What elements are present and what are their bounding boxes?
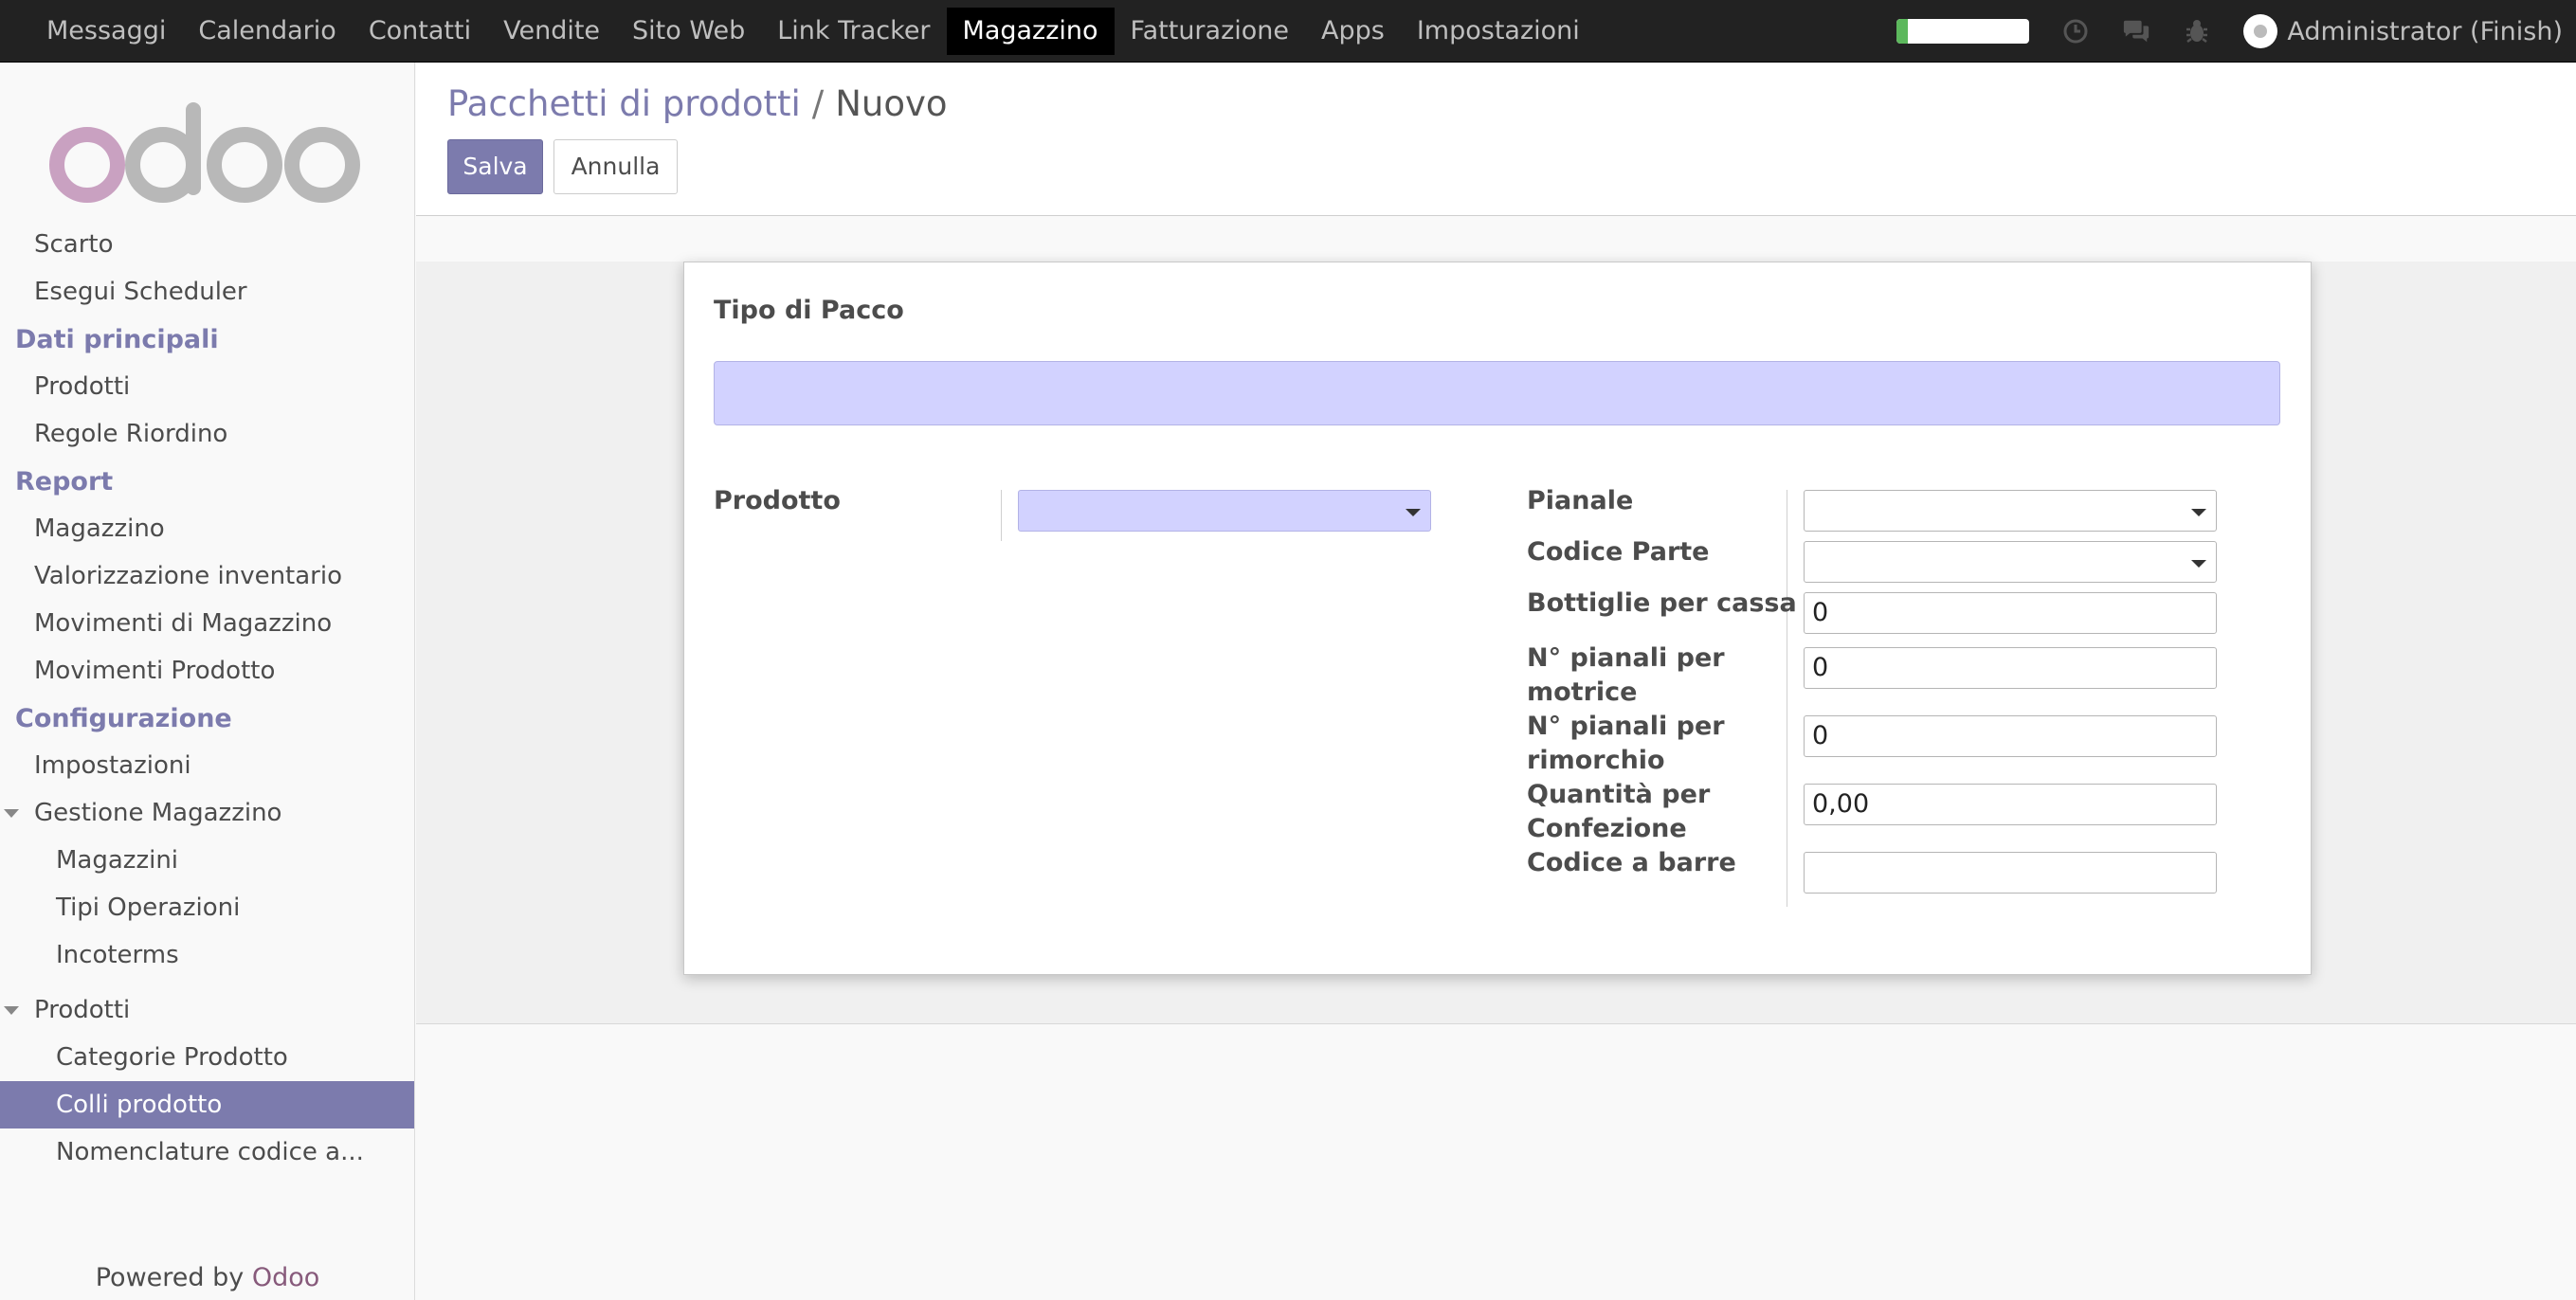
sidebar-item-nomenclature-codice-a[interactable]: Nomenclature codice a...	[0, 1128, 414, 1176]
sidebar-item-categorie-prodotto[interactable]: Categorie Prodotto	[0, 1034, 414, 1081]
powered-by: Powered by Odoo	[0, 1256, 414, 1300]
codice-parte-select[interactable]	[1804, 541, 2217, 583]
sidebar-item-tipi-operazioni[interactable]: Tipi Operazioni	[0, 884, 414, 931]
breadcrumb-separator: /	[811, 83, 825, 124]
topmenu-item-link-tracker[interactable]: Link Tracker	[761, 8, 946, 55]
pianali-rimorchio-input[interactable]: 0	[1804, 715, 2217, 757]
user-name: Administrator (Finish)	[2287, 16, 2563, 46]
sidebar-item-valorizzazione-inventario[interactable]: Valorizzazione inventario	[0, 552, 414, 600]
bug-icon[interactable]	[2183, 17, 2211, 45]
package-type-name-input[interactable]	[714, 361, 2280, 425]
save-button[interactable]: Salva	[447, 139, 543, 194]
sidebar-item-regole-riordino[interactable]: Regole Riordino	[0, 410, 414, 458]
sidebar-item-movimenti-di-magazzino[interactable]: Movimenti di Magazzino	[0, 600, 414, 647]
app-menu: Messaggi Calendario Contatti Vendite Sito We…	[0, 0, 1596, 63]
sidebar-item-magazzino[interactable]: Magazzino	[0, 505, 414, 552]
sidebar-item-prodotti[interactable]: Prodotti	[0, 363, 414, 410]
top-navbar: Messaggi Calendario Contatti Vendite Sito We…	[0, 0, 2576, 63]
sidebar-group-prodotti[interactable]: Prodotti	[0, 986, 414, 1034]
topmenu-item-messaggi[interactable]: Messaggi	[30, 8, 182, 55]
sidebar: Scarto Esegui Scheduler Dati principali Pro…	[0, 63, 415, 1300]
topmenu-item-apps[interactable]: Apps	[1305, 8, 1401, 55]
powered-by-text: Powered by	[95, 1263, 245, 1292]
topmenu-item-vendite[interactable]: Vendite	[487, 8, 616, 55]
prodotto-select[interactable]	[1018, 490, 1431, 532]
breadcrumb: Pacchetti di prodotti / Nuovo	[447, 83, 948, 124]
quantita-label: Quantità per Confezione	[1527, 780, 1711, 843]
caret-down-icon[interactable]	[4, 809, 19, 818]
left-group-separator	[1001, 490, 1002, 541]
sidebar-section-dati-principali: Dati principali	[15, 325, 219, 354]
progress-bar[interactable]	[1896, 19, 2030, 44]
sidebar-menu: Scarto Esegui Scheduler Dati principali Pro…	[0, 230, 414, 1176]
topmenu-item-impostazioni[interactable]: Impostazioni	[1401, 8, 1596, 55]
sidebar-section-report: Report	[15, 467, 114, 497]
sidebar-group-gestione-magazzino[interactable]: Gestione Magazzino	[0, 789, 414, 837]
caret-down-icon[interactable]	[4, 1006, 19, 1015]
quantita-input[interactable]: 0,00	[1804, 784, 2217, 825]
topmenu-item-sito-web[interactable]: Sito Web	[616, 8, 761, 55]
breadcrumb-parent[interactable]: Pacchetti di prodotti	[447, 83, 801, 124]
chevron-down-icon[interactable]	[1406, 509, 1421, 516]
sidebar-item-esegui-scheduler[interactable]: Esegui Scheduler	[0, 268, 414, 316]
chevron-down-icon[interactable]	[2191, 560, 2206, 568]
pianale-label: Pianale	[1527, 486, 1634, 515]
sidebar-item-incoterms[interactable]: Incoterms	[0, 931, 414, 979]
sidebar-item-movimenti-prodotto[interactable]: Movimenti Prodotto	[0, 647, 414, 695]
barcode-input[interactable]	[1804, 852, 2217, 894]
breadcrumb-current: Nuovo	[835, 83, 948, 124]
odoo-logo[interactable]	[47, 100, 370, 214]
topmenu-item-magazzino[interactable]: Magazzino	[946, 7, 1115, 55]
sidebar-section-configurazione: Configurazione	[15, 704, 232, 733]
topmenu-item-contatti[interactable]: Contatti	[353, 8, 487, 55]
cancel-button[interactable]: Annulla	[553, 139, 678, 194]
codice-parte-label: Codice Parte	[1527, 537, 1710, 567]
avatar	[2243, 14, 2278, 48]
powered-by-link[interactable]: Odoo	[252, 1263, 319, 1292]
control-panel: Pacchetti di prodotti / Nuovo Salva Annull…	[416, 63, 2576, 216]
chat-icon[interactable]	[2122, 17, 2150, 45]
bottiglie-label: Bottiglie per cassa	[1527, 588, 1797, 618]
topmenu-item-fatturazione[interactable]: Fatturazione	[1115, 8, 1305, 55]
prodotto-label: Prodotto	[714, 486, 841, 515]
pianali-rimorchio-label: N° pianali per rimorchio	[1527, 712, 1725, 775]
sidebar-item-scarto[interactable]: Scarto	[0, 221, 414, 268]
barcode-label: Codice a barre	[1527, 848, 1736, 877]
topmenu-item-calendario[interactable]: Calendario	[182, 8, 352, 55]
user-menu[interactable]: Administrator (Finish)	[2243, 14, 2563, 48]
systray: Administrator (Finish)	[1896, 0, 2576, 63]
sidebar-item-colli-prodotto[interactable]: Colli prodotto	[0, 1081, 414, 1128]
bottiglie-input[interactable]: 0	[1804, 592, 2217, 634]
sidebar-item-magazzini[interactable]: Magazzini	[0, 837, 414, 884]
pianali-motrice-input[interactable]: 0	[1804, 647, 2217, 689]
sidebar-item-impostazioni[interactable]: Impostazioni	[0, 742, 414, 789]
form-title: Tipo di Pacco	[714, 296, 904, 325]
progress-fill	[1896, 19, 1908, 44]
form-view: Tipo di Pacco Prodotto Pianale Codice Pa…	[416, 216, 2576, 1300]
pianali-motrice-label: N° pianali per motrice	[1527, 643, 1725, 707]
chevron-down-icon[interactable]	[2191, 509, 2206, 516]
clock-icon[interactable]	[2061, 17, 2090, 45]
pianale-select[interactable]	[1804, 490, 2217, 532]
form-sheet: Tipo di Pacco Prodotto Pianale Codice Pa…	[683, 262, 2312, 975]
